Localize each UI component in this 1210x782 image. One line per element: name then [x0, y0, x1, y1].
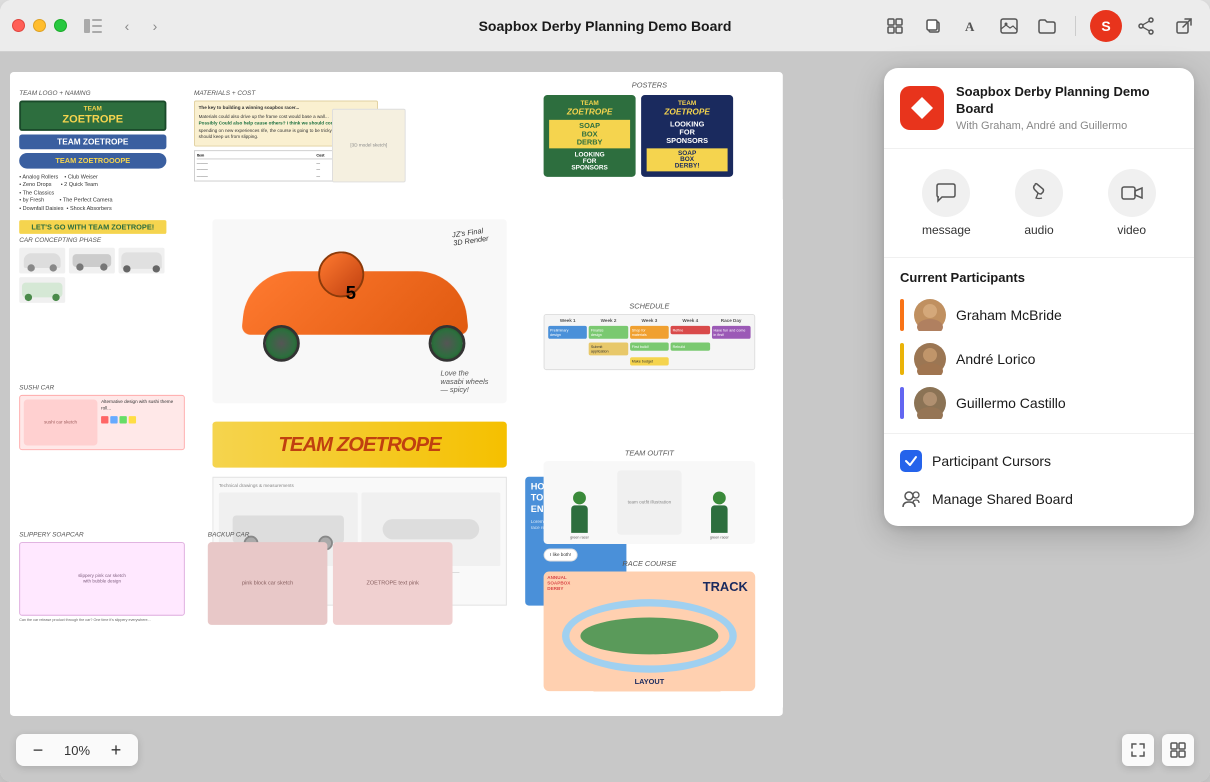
action-buttons: message audio video — [884, 149, 1194, 258]
svg-text:A: A — [965, 19, 975, 34]
bottom-right-controls — [1122, 734, 1194, 766]
app-window: ‹ › Soapbox Derby Planning Demo Board A … — [0, 0, 1210, 782]
text-tool-button[interactable]: A — [957, 12, 985, 40]
sushi-car-section: SUSHI CAR sushi car sketch Alternative d… — [19, 385, 185, 450]
minimize-button[interactable] — [33, 19, 46, 32]
posters-section: POSTERS TEAM ZOETROPE SOAPBOXDERBY LOOKI… — [544, 81, 756, 177]
car-concepting-section: CAR CONCEPTING PHASE — [19, 238, 185, 303]
manage-board-icon — [900, 488, 922, 510]
checkbox-checked-icon — [900, 450, 922, 472]
sidebar-toggle-button[interactable] — [79, 15, 107, 37]
panel-board-name: Soapbox Derby Planning Demo Board — [956, 84, 1178, 118]
team-name-banner: TEAM ZOETROPE — [212, 422, 506, 468]
participant-name: Graham McBride — [956, 307, 1178, 323]
image-tool-button[interactable] — [995, 12, 1023, 40]
close-button[interactable] — [12, 19, 25, 32]
slippery-car-section: SLIPPERY SOAPCAR slippery pink car sketc… — [19, 532, 185, 622]
team-outfit-section: TEAM OUTFIT green racer team outfit illu… — [544, 449, 756, 561]
participant-name: André Lorico — [956, 351, 1178, 367]
participants-section-header: Current Participants — [884, 258, 1194, 293]
audio-icon-circle — [1015, 169, 1063, 217]
message-label: message — [922, 223, 971, 237]
message-button[interactable]: message — [900, 165, 993, 241]
participant-list: Graham McBride André Lorico — [884, 293, 1194, 425]
collab-panel: Soapbox Derby Planning Demo Board With G… — [884, 68, 1194, 526]
participant-cursors-label: Participant Cursors — [932, 453, 1051, 469]
toolbar-tools: A S — [881, 10, 1198, 42]
participant-item: André Lorico — [900, 337, 1178, 381]
manage-board-label: Manage Shared Board — [932, 491, 1073, 507]
traffic-lights — [12, 19, 67, 32]
participant-color-indicator — [900, 387, 904, 419]
zoom-out-button[interactable]: − — [26, 738, 50, 762]
manage-shared-board-button[interactable]: Manage Shared Board — [884, 480, 1194, 526]
folder-tool-button[interactable] — [1033, 12, 1061, 40]
participant-name: Guillermo Castillo — [956, 395, 1178, 411]
fit-to-screen-button[interactable] — [1122, 734, 1154, 766]
panel-board-subtitle: With Graham, André and Guillermo — [956, 120, 1178, 132]
video-button[interactable]: video — [1085, 165, 1178, 241]
team-logo-section: TEAM LOGO + NAMING TEAM ZOETROPE TEAM ZO… — [19, 90, 166, 233]
zoom-in-button[interactable]: + — [104, 738, 128, 762]
forward-button[interactable]: › — [143, 14, 167, 38]
participant-avatar — [914, 387, 946, 419]
board-content: TEAM LOGO + NAMING TEAM ZOETROPE TEAM ZO… — [10, 72, 783, 716]
user-avatar-button[interactable]: S — [1090, 10, 1122, 42]
back-button[interactable]: ‹ — [115, 14, 139, 38]
participant-item: Graham McBride — [900, 293, 1178, 337]
window-title: Soapbox Derby Planning Demo Board — [479, 18, 732, 34]
share-button[interactable] — [1132, 12, 1160, 40]
toolbar-divider — [1075, 16, 1076, 36]
panel-divider — [884, 433, 1194, 434]
panel-title-area: Soapbox Derby Planning Demo Board With G… — [956, 84, 1178, 132]
panel-header: Soapbox Derby Planning Demo Board With G… — [884, 68, 1194, 149]
final-render-section: JZ's Final3D Render 5 Love — [212, 219, 506, 403]
titlebar: ‹ › Soapbox Derby Planning Demo Board A … — [0, 0, 1210, 52]
materials-section: MATERIALS + COST The key to building a w… — [194, 90, 378, 181]
zoom-value: 10% — [58, 743, 96, 758]
video-label: video — [1117, 223, 1146, 237]
participant-color-indicator — [900, 343, 904, 375]
participant-color-indicator — [900, 299, 904, 331]
copy-tool-button[interactable] — [919, 12, 947, 40]
participant-item: Guillermo Castillo — [900, 381, 1178, 425]
grid-view-button[interactable] — [1162, 734, 1194, 766]
schedule-section: SCHEDULE Week 1 Week 2 Week 3 Week 4 Rac… — [544, 302, 756, 370]
nav-buttons: ‹ › — [115, 14, 167, 38]
audio-button[interactable]: audio — [993, 165, 1086, 241]
participant-avatar — [914, 299, 946, 331]
video-icon-circle — [1108, 169, 1156, 217]
zoom-controls: − 10% + — [16, 734, 138, 766]
participant-avatar — [914, 343, 946, 375]
message-icon-circle — [922, 169, 970, 217]
pages-tool-button[interactable] — [881, 12, 909, 40]
external-link-button[interactable] — [1170, 12, 1198, 40]
app-logo — [900, 86, 944, 130]
race-course-section: RACE COURSE ANNUALSOAPBOXDERBY TRACK LAY… — [544, 560, 756, 692]
backup-car-section: BACKUP CAR pink block car sketch ZOETROP… — [208, 532, 475, 634]
maximize-button[interactable] — [54, 19, 67, 32]
participant-cursors-toggle[interactable]: Participant Cursors — [884, 442, 1194, 480]
audio-label: audio — [1024, 223, 1053, 237]
